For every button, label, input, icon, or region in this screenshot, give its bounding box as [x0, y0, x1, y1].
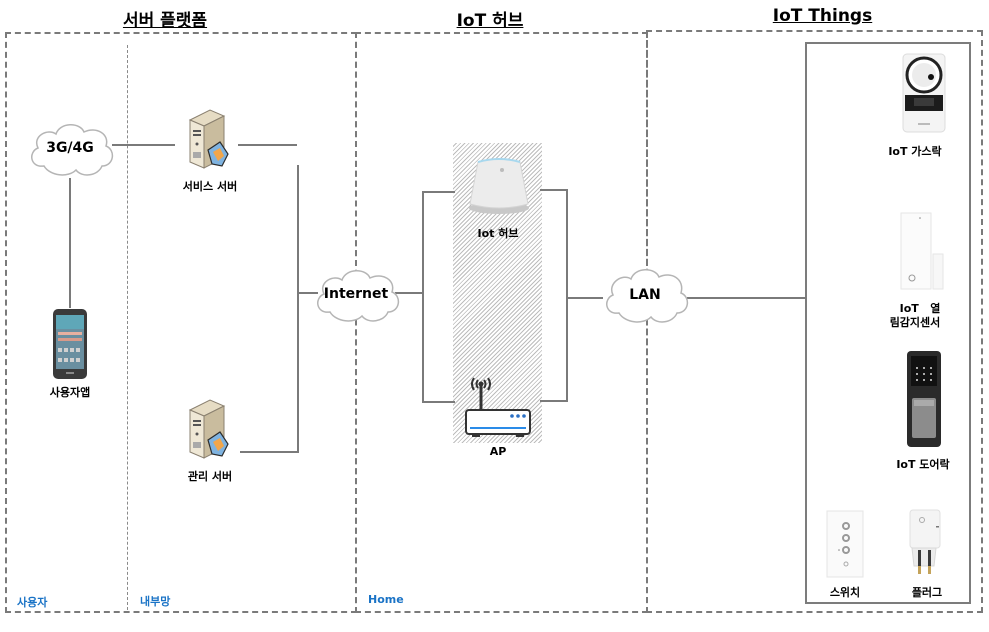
ap-label: AP — [489, 445, 507, 458]
iot-hub-label: Iot 허브 — [477, 227, 519, 240]
device-label-switch: 스위치 — [829, 586, 861, 599]
access-point-icon — [465, 377, 531, 437]
zone-label-home: Home — [368, 593, 404, 606]
management-server-label: 관리 서버 — [187, 470, 233, 483]
device-label-plug: 플러그 — [911, 586, 943, 599]
cloud-lan-label: LAN — [629, 287, 661, 303]
device-label-door-lock: IoT 도어락 — [896, 458, 950, 471]
line-server-trunk — [240, 165, 299, 453]
cloud-internet-label: Internet — [323, 286, 389, 302]
gas-lock-icon — [902, 53, 946, 133]
user-app-label: 사용자앱 — [49, 386, 91, 399]
door-sensor-icon — [900, 212, 944, 290]
wall-switch-icon — [826, 510, 864, 578]
line-home-left — [422, 191, 455, 403]
cloud-mobile-label: 3G/4G — [46, 140, 94, 156]
line-home-right — [540, 189, 568, 402]
device-label-door-sensor-line2: 림감지센서 — [889, 316, 941, 329]
smart-plug-icon — [909, 509, 941, 574]
iot-hub-icon — [469, 158, 529, 214]
service-server-label: 서비스 서버 — [182, 180, 238, 193]
smartphone-icon — [53, 309, 87, 379]
service-server-icon — [188, 109, 229, 169]
zone-label-internal: 내부망 — [140, 595, 171, 608]
door-lock-icon — [907, 351, 941, 447]
zone-label-user: 사용자 — [17, 596, 48, 609]
management-server-icon — [188, 399, 229, 459]
device-label-gas-lock: IoT 가스락 — [888, 145, 942, 158]
